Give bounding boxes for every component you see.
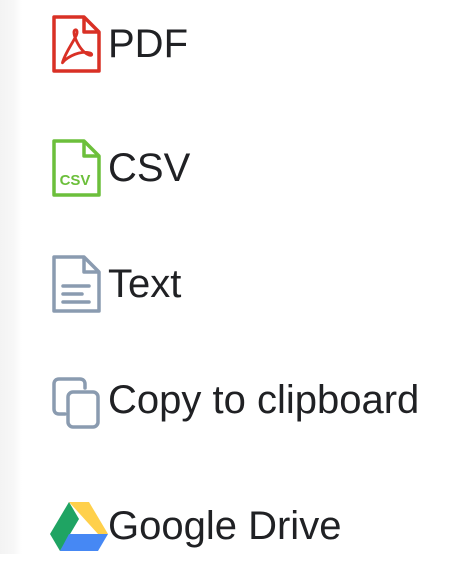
menu-item-copy-to-clipboard[interactable]: Copy to clipboard xyxy=(50,364,460,436)
menu-item-label: Copy to clipboard xyxy=(108,378,420,422)
csv-icon-text: CSV xyxy=(60,172,91,189)
csv-file-icon: CSV xyxy=(50,138,108,198)
menu-item-pdf[interactable]: PDF xyxy=(50,8,460,80)
menu-item-google-drive[interactable]: Google Drive xyxy=(50,490,460,562)
panel-shadow xyxy=(0,0,22,554)
menu-item-label: Google Drive xyxy=(108,504,342,548)
pdf-file-icon xyxy=(50,14,108,74)
export-menu: PDF CSV CSV Text Copy to clipboard Googl… xyxy=(22,0,466,554)
text-file-icon xyxy=(50,254,108,314)
menu-item-csv[interactable]: CSV CSV xyxy=(50,132,460,204)
menu-item-label: Text xyxy=(108,262,182,306)
menu-item-text[interactable]: Text xyxy=(50,248,460,320)
menu-item-label: PDF xyxy=(108,22,188,66)
menu-item-label: CSV xyxy=(108,146,191,190)
copy-icon xyxy=(50,370,108,430)
google-drive-icon xyxy=(50,496,108,556)
